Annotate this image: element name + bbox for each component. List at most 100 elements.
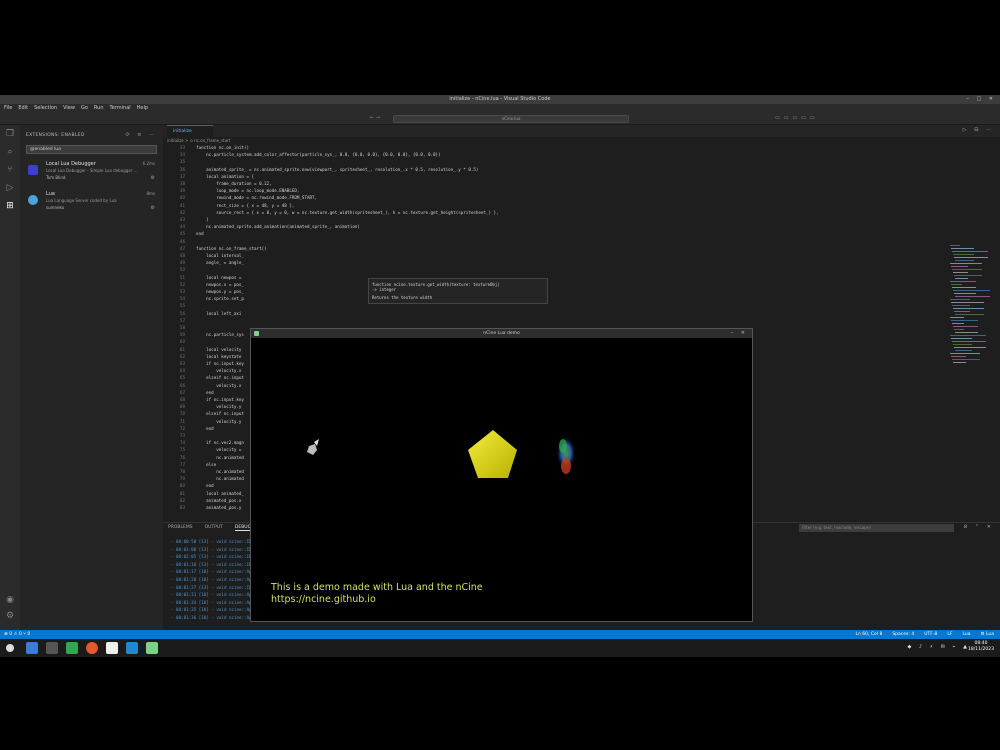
tab-problems[interactable]: PROBLEMS — [168, 525, 193, 531]
code-line[interactable]: velocity.y — [191, 419, 241, 424]
code-line[interactable]: local animation = { — [191, 174, 254, 179]
code-line[interactable]: else — [191, 462, 216, 467]
menu-run[interactable]: Run — [94, 104, 104, 113]
nav-arrows-icon[interactable]: ← → — [370, 115, 380, 121]
status-eol[interactable]: LF — [947, 630, 952, 639]
extension-publisher: Tom Blind — [46, 175, 66, 180]
code-line[interactable]: nc.animated — [191, 455, 244, 460]
minimap[interactable] — [950, 245, 992, 365]
code-line[interactable]: rewind_mode = nc.rewind_mode.FROM_START, — [191, 195, 317, 200]
system-tray-icons[interactable]: ◆ ♪ ⚡ ✉ ⌁ ▲ — [907, 644, 970, 650]
minimize-icon[interactable]: – — [966, 96, 972, 102]
extension-item[interactable]: Local Lua Debugger Local Lua Debugger - … — [26, 161, 157, 189]
code-line[interactable]: newpos.y = pos_ — [191, 289, 244, 294]
code-line[interactable]: end — [191, 390, 214, 395]
code-line[interactable]: velocity.x — [191, 368, 241, 373]
code-line[interactable]: local velocity — [191, 347, 241, 352]
manage-gear-icon[interactable]: ⚙ — [5, 611, 15, 621]
command-center-search[interactable]: nCine.lua — [393, 115, 629, 123]
code-line[interactable]: end — [191, 426, 214, 431]
menu-file[interactable]: File — [4, 104, 12, 113]
status-language[interactable]: Lua — [962, 630, 970, 639]
code-line[interactable]: local interval_ — [191, 253, 244, 258]
tab-output[interactable]: OUTPUT — [205, 525, 223, 531]
code-line[interactable]: local animated_ — [191, 491, 244, 496]
window-controls[interactable]: – □ ✕ — [966, 95, 996, 104]
extensions-icon[interactable]: ⊞ — [5, 201, 15, 211]
code-line[interactable]: animated_pos.x — [191, 498, 241, 503]
code-line[interactable]: newpos.x = pos_ — [191, 282, 244, 287]
status-encoding[interactable]: UTF-8 — [924, 630, 937, 639]
maximize-icon[interactable]: □ — [976, 96, 984, 102]
code-line[interactable]: rect_size = { x = 48, y = 48 }, — [191, 203, 294, 208]
explorer-icon[interactable]: ❐ — [5, 129, 15, 139]
demo-caption-link[interactable]: https://ncine.github.io — [271, 594, 483, 606]
code-line[interactable]: angle_ = angle_ — [191, 260, 244, 265]
editor-actions[interactable]: ▷ ⊟ ⋯ — [963, 127, 994, 133]
code-line[interactable]: loop_mode = nc.loop_mode.ENABLED, — [191, 188, 299, 193]
menu-go[interactable]: Go — [81, 104, 88, 113]
code-line[interactable]: nc.animated — [191, 469, 244, 474]
code-line[interactable]: local left_axi — [191, 311, 241, 316]
code-line[interactable]: if nc.input.key — [191, 397, 244, 402]
menu-help[interactable]: Help — [137, 104, 148, 113]
status-cursor-position[interactable]: Ln 60, Col 8 — [856, 630, 883, 639]
ncine-window-controls[interactable]: – ✕ — [731, 329, 748, 338]
extension-item[interactable]: Lua Lua Language Server coded by Lua sum… — [26, 191, 157, 219]
code-line[interactable]: if nc.vec2.magn — [191, 440, 244, 445]
status-lua-server[interactable]: ⚙ Lua — [980, 630, 994, 639]
code-line[interactable]: velocity.x — [191, 383, 241, 388]
ncine-demo-window[interactable]: nCine Lua demo – ✕ This is a demo made w… — [250, 328, 753, 622]
code-line[interactable]: elseif nc.input — [191, 411, 244, 416]
status-indentation[interactable]: Spaces: 4 — [892, 630, 914, 639]
code-line[interactable]: if nc.input.key — [191, 361, 244, 366]
extension-name: Local Lua Debugger — [46, 161, 96, 167]
console-filter-input[interactable]: Filter (e.g. text, !exclude, \escape) — [799, 524, 954, 532]
code-line[interactable]: end — [191, 231, 204, 236]
code-line[interactable]: nc.animated_sprite.add_animation(animate… — [191, 224, 360, 229]
clock[interactable]: 08:40 18/11/2023 — [968, 641, 994, 653]
menu-selection[interactable]: Selection — [34, 104, 57, 113]
code-line[interactable]: velocity = — [191, 447, 244, 452]
vscode-taskbar-icon[interactable] — [126, 642, 138, 654]
source-control-icon[interactable]: ⑂ — [5, 165, 15, 175]
file-manager-icon[interactable] — [26, 642, 38, 654]
document-app-icon[interactable] — [106, 642, 118, 654]
start-menu-icon[interactable] — [6, 644, 14, 652]
code-line[interactable]: nc.animated — [191, 476, 244, 481]
run-debug-icon[interactable]: ▷ — [5, 183, 15, 193]
code-line[interactable]: local keystate — [191, 354, 241, 359]
extension-gear-icon[interactable]: ⚙ — [151, 205, 155, 211]
layout-icons[interactable]: ▭▭▭▭▭ — [775, 115, 819, 121]
extension-search-input[interactable]: @enabled lua — [26, 145, 157, 154]
menu-terminal[interactable]: Terminal — [110, 104, 131, 113]
code-line[interactable]: nc.particle_sys — [191, 332, 244, 337]
code-line[interactable]: source_rect = { x = 0, y = 0, w = nc.tex… — [191, 210, 498, 215]
code-line[interactable]: nc.particle_system.add_color_affector(pa… — [191, 152, 440, 157]
terminal-app-icon[interactable] — [46, 642, 58, 654]
code-line[interactable]: function nc.on_init() — [191, 145, 249, 150]
code-line[interactable]: velocity.y — [191, 404, 241, 409]
browser-icon[interactable] — [86, 642, 98, 654]
ncine-taskbar-icon[interactable] — [146, 642, 158, 654]
panel-icons[interactable]: ⊘ ⌃ ✕ — [963, 524, 994, 530]
code-line[interactable]: nc.sprite.set_p — [191, 296, 244, 301]
account-icon[interactable]: ◉ — [5, 595, 15, 605]
close-icon[interactable]: ✕ — [989, 96, 996, 102]
search-icon[interactable]: ⌕ — [5, 147, 15, 157]
sidebar-header-icons[interactable]: ⟳ ≡ ⋯ — [125, 132, 157, 138]
code-line[interactable]: function nc.on_frame_start() — [191, 246, 267, 251]
code-line[interactable]: end — [191, 483, 214, 488]
messaging-app-icon[interactable] — [66, 642, 78, 654]
menu-view[interactable]: View — [63, 104, 75, 113]
code-line[interactable]: animated_sprite_ = nc.animated_sprite.ne… — [191, 167, 478, 172]
menu-edit[interactable]: Edit — [18, 104, 28, 113]
status-problems[interactable]: ⊗ 0 ⚠ 0 ⑂ 0 — [4, 630, 30, 639]
code-line[interactable]: animated_pos.y — [191, 505, 241, 510]
code-line[interactable]: elseif nc.input — [191, 375, 244, 380]
code-line[interactable]: } — [191, 217, 209, 222]
code-line[interactable]: local newpos = — [191, 275, 241, 280]
code-line[interactable]: frame_duration = 0.12, — [191, 181, 271, 186]
tab-initialize[interactable]: initialize — [167, 125, 213, 137]
extension-gear-icon[interactable]: ⚙ — [151, 175, 155, 181]
